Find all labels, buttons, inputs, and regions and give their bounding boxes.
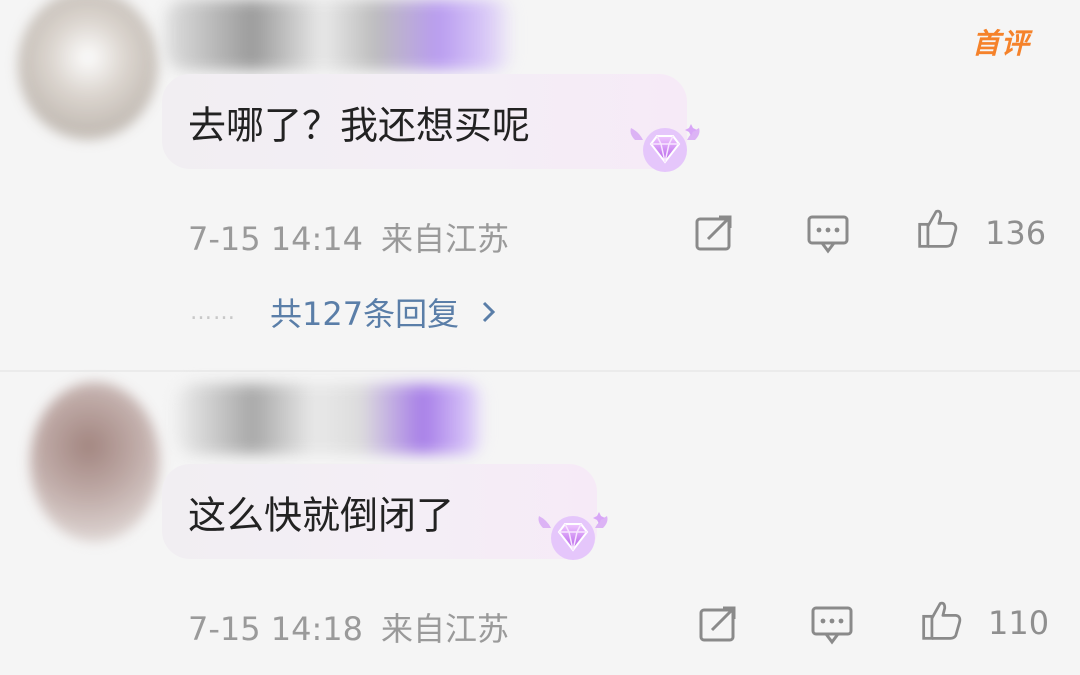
diamond-badge-icon: [630, 124, 700, 172]
comment-text: 去哪了？我还想买呢: [188, 103, 531, 147]
comment-text: 这么快就倒闭了: [188, 493, 455, 537]
share-icon[interactable]: [692, 211, 736, 255]
comment-bubble[interactable]: 去哪了？我还想买呢: [162, 74, 687, 169]
thumbs-up-icon[interactable]: [920, 598, 964, 642]
location: 来自江苏: [381, 220, 510, 258]
like-count: 136: [985, 214, 1047, 252]
comment-item-1: 首评 去哪了？我还想买呢 7-15 14:14 来自江苏 136 …… 共127…: [0, 0, 1080, 370]
username-blurred[interactable]: [175, 384, 485, 454]
comment-meta: 7-15 14:18 来自江苏: [188, 604, 509, 650]
username-blurred[interactable]: [165, 0, 515, 70]
chevron-right-icon: [483, 301, 496, 323]
view-replies-link[interactable]: 共127条回复: [270, 289, 497, 335]
diamond-badge-icon: [538, 512, 608, 560]
comment-icon[interactable]: [806, 211, 850, 255]
thumbs-up-icon[interactable]: [916, 206, 960, 250]
comment-bubble[interactable]: 这么快就倒闭了: [162, 464, 597, 559]
replies-row: …… 共127条回复: [190, 290, 497, 334]
avatar[interactable]: [18, 0, 158, 140]
comment-meta: 7-15 14:14 来自江苏: [188, 214, 509, 260]
comment-icon[interactable]: [810, 602, 854, 646]
timestamp: 7-15 14:18: [188, 610, 364, 648]
location: 来自江苏: [381, 610, 510, 648]
first-comment-badge: 首评: [971, 27, 1030, 60]
comment-list: 首评 去哪了？我还想买呢 7-15 14:14 来自江苏 136 …… 共127…: [0, 0, 1080, 675]
share-icon[interactable]: [696, 602, 740, 646]
timestamp: 7-15 14:14: [188, 220, 364, 258]
replies-dots: ……: [190, 299, 236, 325]
avatar[interactable]: [30, 382, 160, 542]
like-count: 110: [988, 604, 1050, 642]
replies-count-label: 共127条回复: [270, 295, 460, 333]
